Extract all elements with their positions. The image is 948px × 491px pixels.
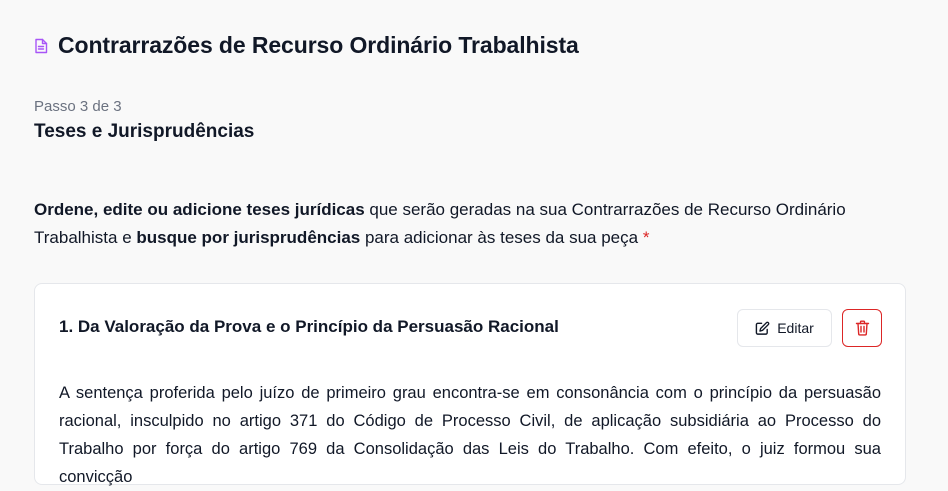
instructions-text-2: para adicionar às teses da sua peça (360, 228, 643, 247)
thesis-card: 1. Da Valoração da Prova e o Princípio d… (34, 283, 906, 486)
instructions-bold-1: Ordene, edite ou adicione teses jurídica… (34, 200, 365, 219)
instructions-text: Ordene, edite ou adicione teses jurídica… (34, 196, 894, 252)
instructions-bold-2: busque por jurisprudências (136, 228, 361, 247)
header: Contrarrazões de Recurso Ordinário Traba… (34, 32, 579, 59)
edit-button[interactable]: Editar (737, 309, 832, 347)
pencil-square-icon (755, 321, 770, 336)
document-icon (34, 38, 48, 54)
step-title: Teses e Jurisprudências (34, 121, 255, 142)
step-indicator: Passo 3 de 3 (34, 98, 122, 115)
required-marker: * (642, 228, 650, 247)
page-title: Contrarrazões de Recurso Ordinário Traba… (58, 32, 579, 58)
delete-button[interactable] (842, 309, 882, 347)
thesis-body: A sentença proferida pelo juízo de prime… (59, 384, 881, 486)
edit-button-label: Editar (777, 320, 814, 336)
trash-icon (855, 320, 870, 336)
thesis-title: 1. Da Valoração da Prova e o Princípio d… (59, 317, 559, 336)
